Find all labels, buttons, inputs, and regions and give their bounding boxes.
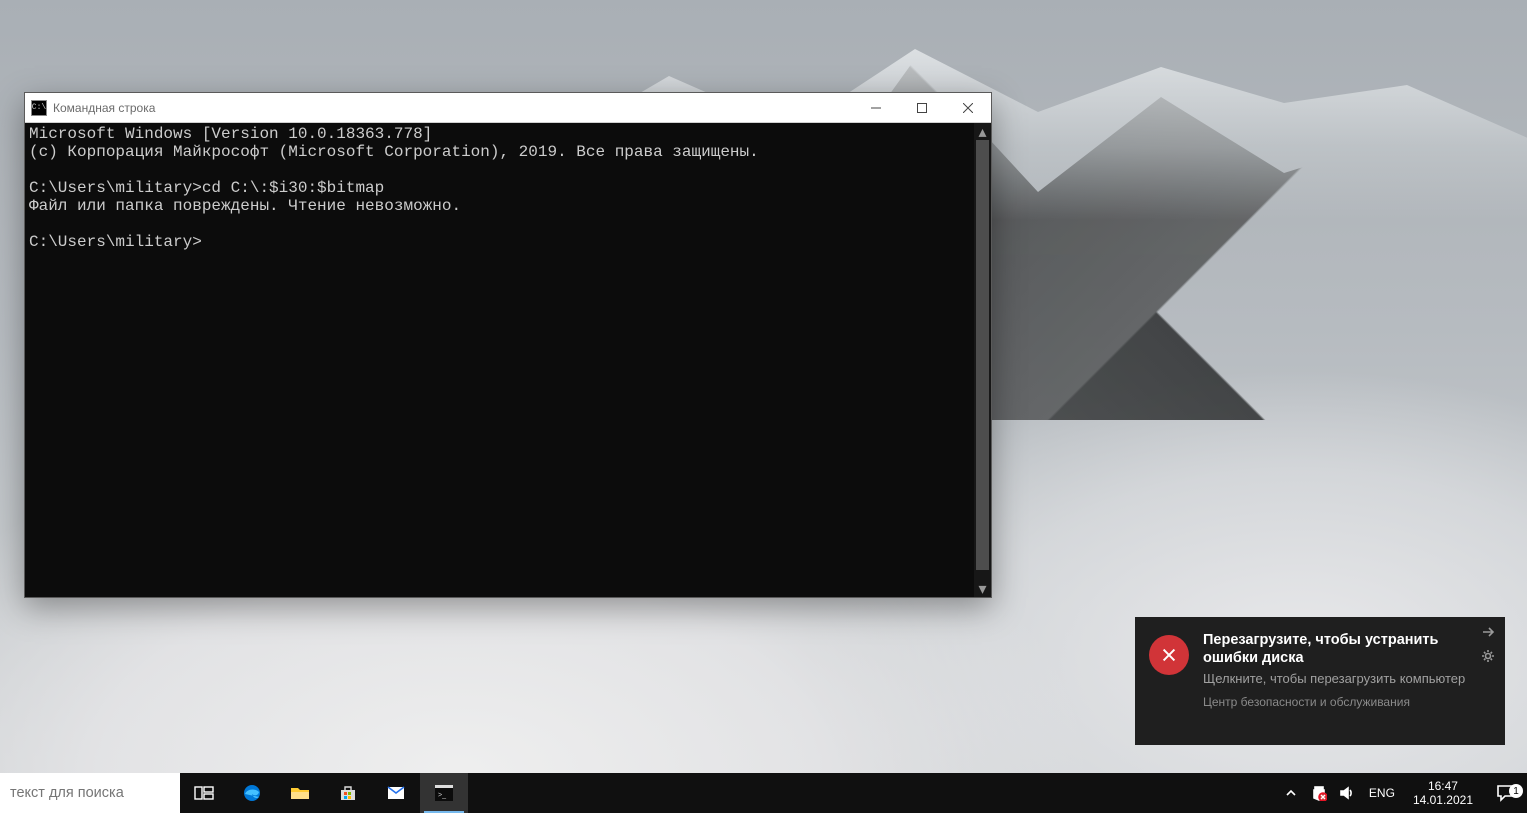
language-indicator[interactable]: ENG — [1361, 786, 1403, 800]
tray-volume-icon[interactable] — [1333, 773, 1361, 813]
toast-source: Центр безопасности и обслуживания — [1203, 695, 1493, 709]
toast-dismiss-button[interactable] — [1479, 623, 1497, 641]
scroll-up-icon[interactable]: ▴ — [974, 123, 991, 140]
search-input[interactable] — [10, 785, 170, 801]
error-icon — [1149, 635, 1189, 675]
notification-count-badge: 1 — [1509, 784, 1523, 798]
maximize-button[interactable] — [899, 93, 945, 123]
edge-browser-button[interactable] — [228, 773, 276, 813]
cmd-window[interactable]: C:\ Командная строка Microsoft Windows [… — [24, 92, 992, 598]
clock-time: 16:47 — [1413, 779, 1473, 793]
microsoft-store-button[interactable] — [324, 773, 372, 813]
system-tray: ENG 16:47 14.01.2021 1 — [1277, 773, 1527, 813]
clock[interactable]: 16:47 14.01.2021 — [1403, 779, 1483, 807]
cmd-taskbar-button[interactable]: >_ — [420, 773, 468, 813]
action-center-button[interactable]: 1 — [1483, 784, 1527, 802]
window-title: Командная строка — [53, 101, 853, 115]
vertical-scrollbar[interactable]: ▴ ▾ — [974, 123, 991, 597]
clock-date: 14.01.2021 — [1413, 793, 1473, 807]
taskbar: >_ ENG 16:47 14.01.2021 1 — [0, 773, 1527, 813]
notification-toast[interactable]: Перезагрузите, чтобы устранить ошибки ди… — [1135, 617, 1505, 745]
minimize-button[interactable] — [853, 93, 899, 123]
titlebar[interactable]: C:\ Командная строка — [25, 93, 991, 123]
toast-settings-button[interactable] — [1479, 647, 1497, 665]
search-box[interactable] — [0, 773, 180, 813]
close-button[interactable] — [945, 93, 991, 123]
toast-subtitle: Щелкните, чтобы перезагрузить компьютер — [1203, 671, 1493, 687]
terminal-output[interactable]: Microsoft Windows [Version 10.0.18363.77… — [25, 123, 974, 597]
file-explorer-button[interactable] — [276, 773, 324, 813]
scrollbar-thumb[interactable] — [976, 140, 989, 570]
desktop[interactable]: C:\ Командная строка Microsoft Windows [… — [0, 0, 1527, 813]
cmd-app-icon: C:\ — [31, 100, 47, 116]
scroll-down-icon[interactable]: ▾ — [974, 580, 991, 597]
tray-security-icon[interactable] — [1305, 773, 1333, 813]
tray-overflow-button[interactable] — [1277, 773, 1305, 813]
mail-button[interactable] — [372, 773, 420, 813]
task-view-button[interactable] — [180, 773, 228, 813]
svg-text:>_: >_ — [438, 792, 446, 799]
toast-title: Перезагрузите, чтобы устранить ошибки ди… — [1203, 631, 1493, 667]
